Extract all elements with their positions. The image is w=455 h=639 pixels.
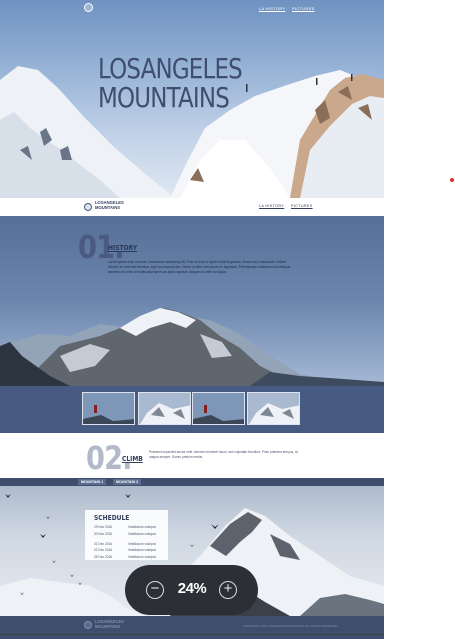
- climb-paragraph: Praesent imperdiet auctor velit. Aenean …: [149, 450, 298, 459]
- hero-title-line1: LOSANGELES: [98, 52, 243, 85]
- section-label: CLIMB: [122, 455, 143, 463]
- schedule-card: SCHEDULE 29 Nov 2016 Vestibulum volutpat …: [85, 510, 168, 560]
- schedule-text: Vestibulum volutpat: [128, 532, 156, 536]
- zoom-in-button[interactable]: +: [219, 581, 237, 599]
- nav-link-history[interactable]: LA HISTORY: [259, 204, 284, 208]
- footer-logo-icon: [84, 621, 92, 629]
- minus-icon: −: [150, 580, 160, 597]
- footer: LOSANGELES MOUNTAINS COPYRIGHT 2016 LOSA…: [0, 616, 384, 639]
- indicator-dot: [450, 178, 454, 182]
- schedule-title: SCHEDULE: [94, 514, 130, 522]
- climb-section: 02. CLIMB Praesent imperdiet auctor veli…: [0, 433, 384, 478]
- tab-mountain-2[interactable]: MOUNTAIN 2: [113, 479, 142, 485]
- page-preview: LA HISTORY PICTURES LOSANGELES MOUNTAINS…: [0, 0, 384, 639]
- footer-copyright: COPYRIGHT 2016 LOSANGELES MOUNTAINS. ALL…: [243, 624, 339, 628]
- zoom-level: 24%: [177, 580, 207, 597]
- schedule-date: 02 Dec 2016: [94, 548, 113, 552]
- hero-title-line2: MOUNTAINS: [98, 81, 230, 114]
- footer-logo-line2: MOUNTAINS: [95, 623, 121, 629]
- schedule-row: 05 Dec 2016 Vestibulum volutpat: [94, 554, 164, 560]
- divider: [0, 634, 384, 635]
- schedule-text: Vestibulum volutpat: [128, 525, 156, 529]
- thumbnail-4[interactable]: [247, 392, 300, 425]
- logo-icon[interactable]: [84, 3, 93, 12]
- mountain-tabs: MOUNTAIN 1 MOUNTAIN 2: [0, 478, 384, 486]
- schedule-date: 05 Dec 2016: [94, 555, 113, 559]
- nav-link-pictures[interactable]: PICTURES: [291, 204, 313, 208]
- hero-title: LOSANGELES MOUNTAINS: [98, 52, 243, 114]
- zoom-control: − 24% +: [125, 565, 258, 615]
- schedule-text: Vestibulum volutpat: [128, 548, 156, 552]
- logo-text[interactable]: LOSANGELES MOUNTAINS: [95, 200, 124, 210]
- nav-link-pictures[interactable]: PICTURES: [292, 6, 315, 11]
- nav-link-history[interactable]: LA HISTORY: [259, 6, 285, 11]
- plus-icon: +: [223, 580, 233, 597]
- schedule-row: 02 Dec 2016 Vestibulum volutpat: [94, 547, 164, 553]
- section-label: HISTORY: [108, 244, 138, 252]
- header-bar: LOSANGELES MOUNTAINS LA HISTORY PICTURES: [0, 198, 384, 216]
- schedule-date: 29 Nov 2016: [94, 525, 113, 529]
- hero-section: LA HISTORY PICTURES LOSANGELES MOUNTAINS: [0, 0, 384, 198]
- tab-mountain-1[interactable]: MOUNTAIN 1: [78, 479, 107, 485]
- schedule-row: 30 Nov 2016 Vestibulum volutpat: [94, 531, 164, 537]
- logo-line2: MOUNTAINS: [95, 204, 121, 210]
- history-paragraph: Lorem ipsum dolor sit amet, consectetur …: [108, 260, 291, 274]
- thumbnail-2[interactable]: [138, 392, 191, 425]
- schedule-date: 30 Nov 2016: [94, 532, 113, 536]
- schedule-row: 29 Nov 2016 Vestibulum volutpat: [94, 524, 164, 530]
- logo-icon[interactable]: [84, 203, 92, 211]
- thumbnail-1[interactable]: [82, 392, 135, 425]
- history-section: 01. HISTORY Lorem ipsum dolor sit amet, …: [0, 216, 384, 433]
- thumbnail-3[interactable]: [192, 392, 245, 425]
- schedule-text: Vestibulum volutpat: [128, 555, 156, 559]
- footer-logo-text: LOSANGELES MOUNTAINS: [95, 619, 124, 629]
- zoom-out-button[interactable]: −: [146, 581, 164, 599]
